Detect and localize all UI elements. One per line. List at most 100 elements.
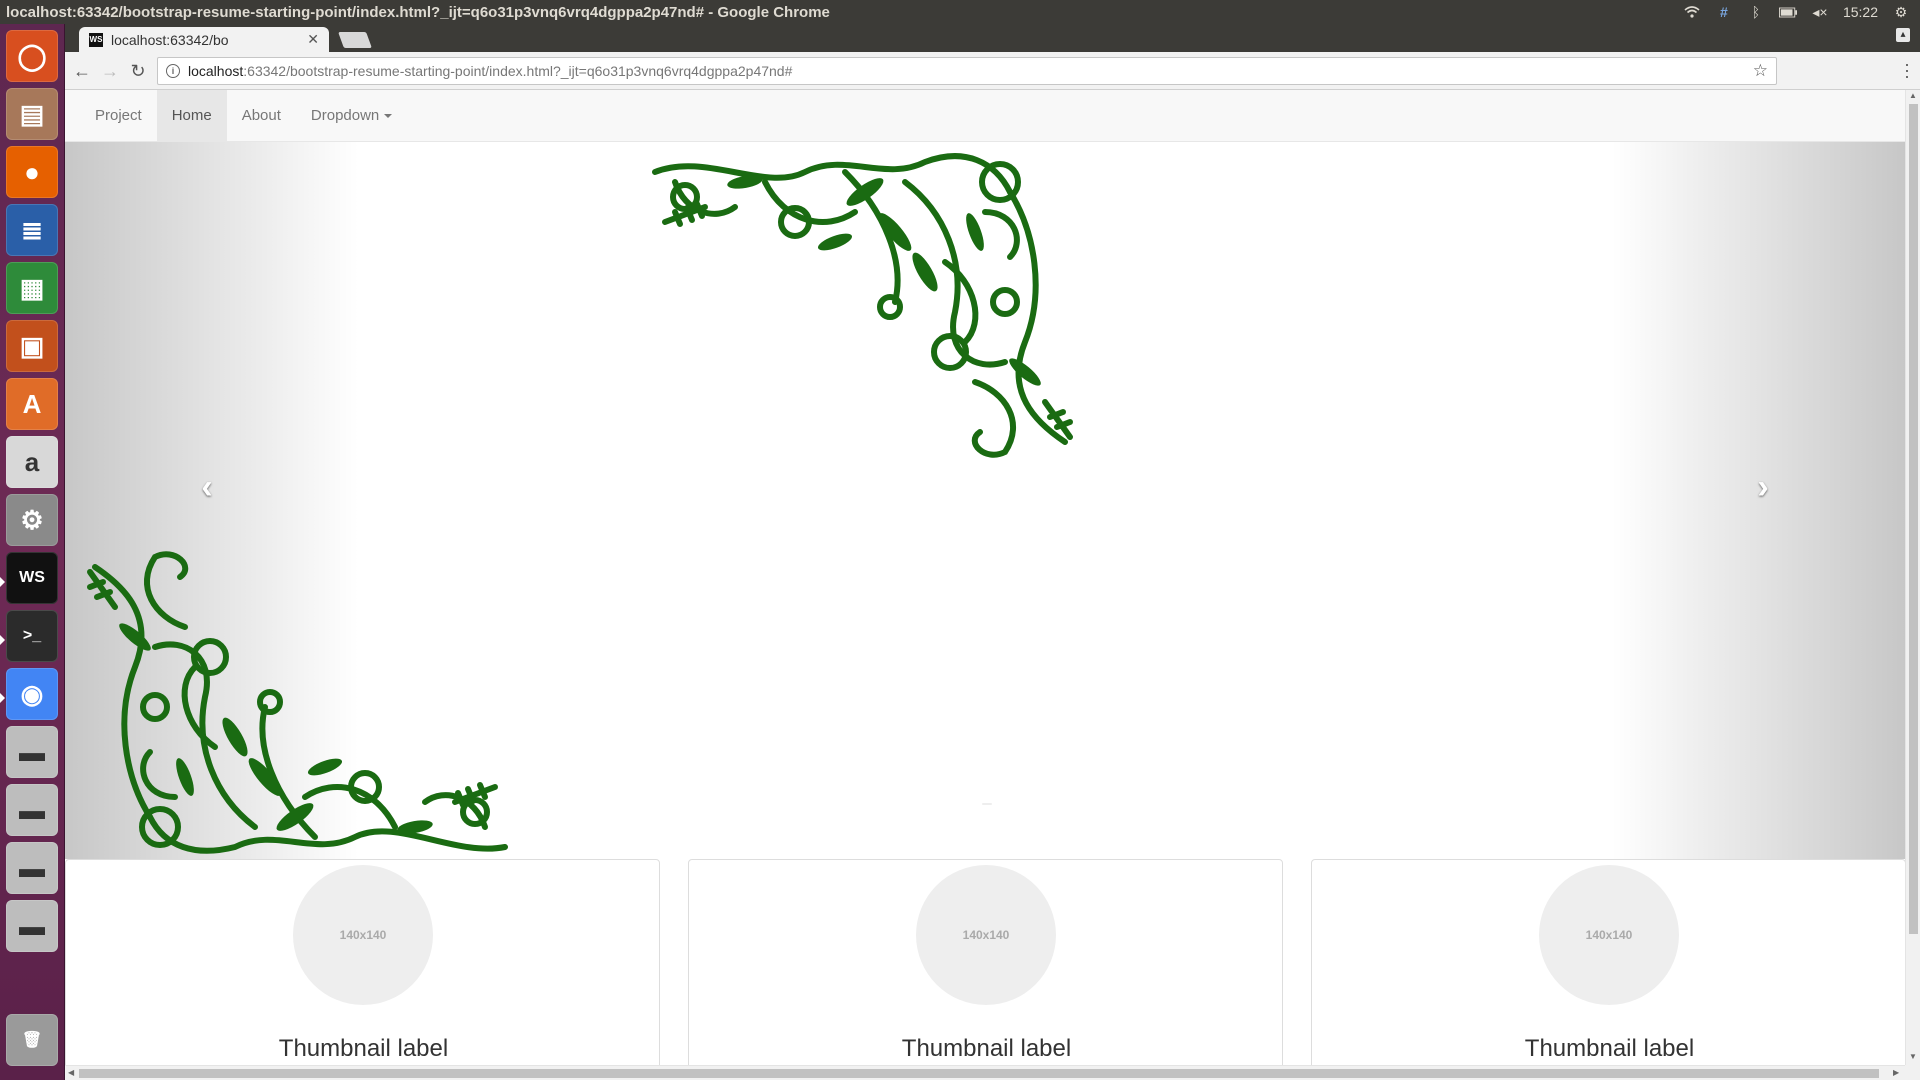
browser-tab[interactable]: WS localhost:63342/bo ✕ [79,27,329,52]
thumbnail-label: Thumbnail label [1524,1035,1695,1062]
close-tab-icon[interactable]: ✕ [307,31,319,48]
settings-gear-icon[interactable]: ⚙ [1892,4,1910,20]
trash-icon[interactable]: 🗑 [6,1014,58,1066]
webstorm-icon[interactable]: WS [6,552,58,604]
nav-item-home[interactable]: Home [156,90,227,141]
drive-icon-2-glyph: ▬ [19,794,45,825]
chrome-menu-icon[interactable]: · · · [1904,55,1910,85]
window-restore-button[interactable]: ▴ [1896,28,1910,42]
info-icon[interactable]: i [166,64,180,78]
thumbnail-label: Thumbnail label [278,1035,449,1062]
bluetooth-icon[interactable]: ᛒ [1747,4,1765,20]
calc-icon[interactable]: ▦ [6,262,58,314]
files-icon[interactable]: ▤ [6,88,58,140]
thumbnail-image: 140x140 [916,865,1056,1005]
battery-icon[interactable] [1778,5,1797,19]
terminal-icon-glyph: >_ [22,627,42,644]
carousel: ‹ › [65,142,1905,859]
new-tab-button[interactable] [338,32,372,48]
caret-down-icon [384,113,393,118]
system-settings-icon-glyph: ⚙ [20,504,44,535]
thumbnail-image: 140x140 [1539,865,1679,1005]
software-center-icon[interactable]: A [6,378,58,430]
top-panel: localhost:63342/bootstrap-resume-startin… [0,0,1920,24]
tab-strip: WS localhost:63342/bo ✕ ▴ [65,24,1920,52]
calc-icon-glyph: ▦ [19,272,45,303]
thumbnail-row: 140x140 Thumbnail label 140x140 Thumbnail l… [65,859,1905,1065]
browser-toolbar: ← → ↻ i localhost:63342/bootstrap-resume… [65,52,1920,90]
nav-item-label: Project [95,107,142,124]
impress-icon[interactable]: ▣ [6,320,58,372]
thumbnail-card: 140x140 Thumbnail label [688,859,1283,1065]
floral-ornament-bottom [87,551,508,854]
unity-launcher: ◯ ▤ ● ≣ ▦ ▣ Aa ⚙ WS >_ ◉ ▬ ▬ ▬ ▬ 🗑 [0,24,65,1080]
wifi-icon[interactable] [1683,5,1701,19]
navbar: Project Home About Dropdown [65,90,1905,142]
vertical-scrollbar[interactable]: ▲ ▼ [1905,90,1920,1065]
thumbnail-image: 140x140 [293,865,433,1005]
carousel-next-chevron-icon[interactable]: › [1743,467,1783,507]
clock[interactable]: 15:22 [1843,4,1878,20]
nav-item-dropdown[interactable]: Dropdown [296,90,407,141]
amazon-icon-glyph: a [24,446,40,477]
scroll-down-arrow-icon[interactable]: ▼ [1909,1052,1917,1061]
trash-icon-glyph: 🗑 [21,1032,43,1049]
volume-icon[interactable]: ◂× [1811,4,1829,20]
firefox-icon[interactable]: ● [6,146,58,198]
system-settings-icon[interactable]: ⚙ [6,494,58,546]
scroll-right-arrow-icon[interactable]: ▶ [1893,1068,1899,1077]
carousel-prev-chevron-icon[interactable]: ‹ [187,467,227,507]
chrome-running-pip [0,693,5,703]
amazon-icon[interactable]: a [6,436,58,488]
window-title: localhost:63342/bootstrap-resume-startin… [6,3,830,21]
scroll-up-arrow-icon[interactable]: ▲ [1909,91,1917,100]
carousel-indicator[interactable] [982,803,992,805]
drive-icon-3[interactable]: ▬ [6,842,58,894]
thumbnail-card: 140x140 Thumbnail label [65,859,660,1065]
scroll-left-arrow-icon[interactable]: ◀ [68,1068,74,1077]
files-icon-glyph: ▤ [19,98,45,129]
page-viewport: Project Home About Dropdown ‹ › 140x140 … [65,90,1905,1065]
horizontal-scrollbar[interactable]: ◀ ▶ [65,1065,1905,1080]
terminal-icon[interactable]: >_ [6,610,58,662]
nav-item-label: About [241,107,281,124]
thumbnail-card: 140x140 Thumbnail label [1311,859,1905,1065]
forward-arrow-icon[interactable]: → [99,60,121,82]
drive-icon-4-glyph: ▬ [19,910,45,941]
writer-icon[interactable]: ≣ [6,204,58,256]
webstorm-favicon-icon: WS [89,32,103,47]
drive-icon-2[interactable]: ▬ [6,784,58,836]
url-host: localhost [188,63,244,79]
system-tray: # ᛒ ◂× 15:22 ⚙ [1683,0,1920,24]
writer-icon-glyph: ≣ [21,214,43,245]
drive-icon-4[interactable]: ▬ [6,900,58,952]
vertical-scroll-thumb[interactable] [1909,104,1918,934]
chrome-icon-glyph: ◉ [20,678,44,709]
nav-item-about[interactable]: About [227,90,296,141]
drive-icon-1[interactable]: ▬ [6,726,58,778]
tab-title: localhost:63342/bo [111,31,229,48]
chrome-icon[interactable]: ◉ [6,668,58,720]
drive-icon-3-glyph: ▬ [19,852,45,883]
nav-item-label: Dropdown [310,107,380,124]
nav-item-label: Home [171,107,212,124]
url-path: :63342/bootstrap-resume-starting-point/i… [243,63,793,79]
thumbnail-label: Thumbnail label [901,1035,1072,1062]
ubuntu-dash-icon-glyph: ◯ [17,40,47,71]
floral-ornament-top [652,153,1073,458]
webstorm-icon-glyph: WS [19,569,45,586]
bookmark-star-icon[interactable]: ☆ [1753,61,1768,81]
terminal-running-pip [0,635,5,645]
firefox-icon-glyph: ● [24,156,40,187]
back-arrow-icon[interactable]: ← [71,60,93,82]
address-bar[interactable]: i localhost:63342/bootstrap-resume-start… [157,57,1777,85]
reload-icon[interactable]: ↻ [127,60,149,82]
nav-item-project[interactable]: Project [80,90,157,141]
impress-icon-glyph: ▣ [19,330,45,361]
software-center-icon-glyph: A [22,388,42,419]
horizontal-scroll-thumb[interactable] [79,1069,1879,1078]
ubuntu-dash-icon[interactable]: ◯ [6,30,58,82]
keyboard-icon[interactable]: # [1715,4,1733,20]
drive-icon-1-glyph: ▬ [19,736,45,767]
webstorm-running-pip [0,577,5,587]
